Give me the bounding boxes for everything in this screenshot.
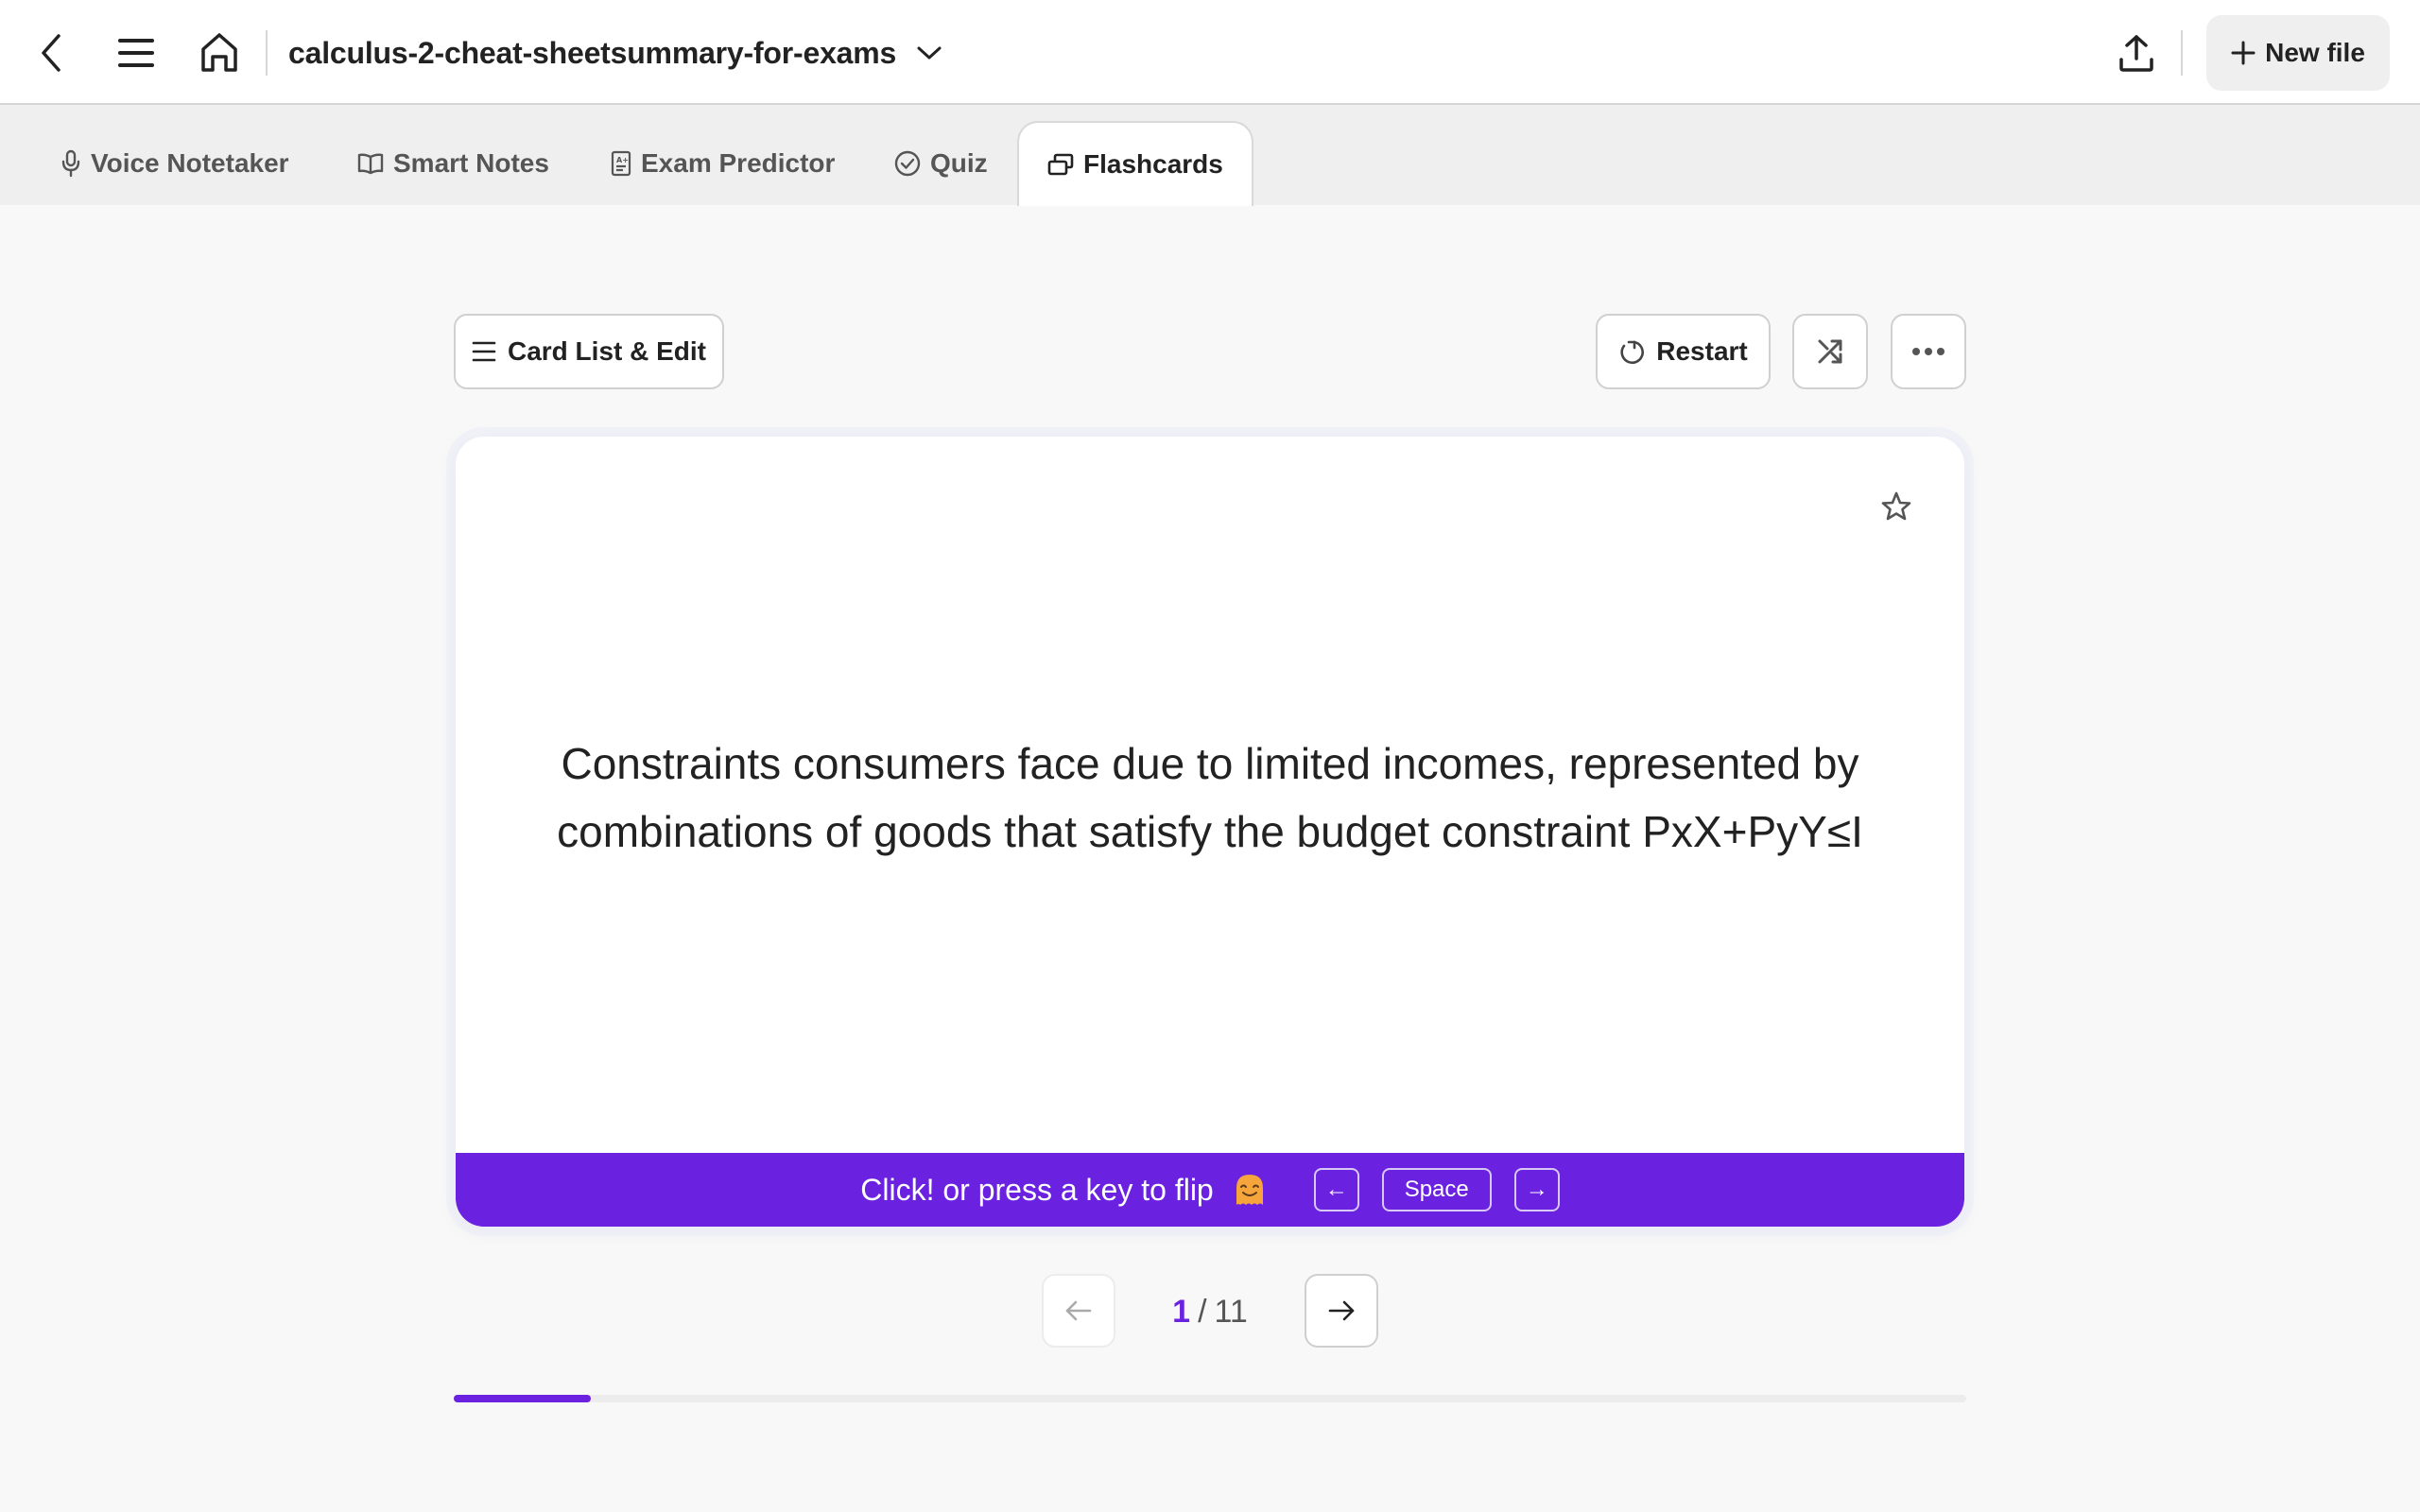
tab-voice-notetaker[interactable]: Voice Notetaker <box>60 122 289 205</box>
next-card-button[interactable] <box>1305 1274 1378 1348</box>
hamburger-menu-icon <box>118 39 154 67</box>
top-bar: calculus-2-cheat-sheetsummary-for-exams … <box>0 0 2420 105</box>
cards-icon <box>1047 153 1074 176</box>
key-left-hint: ← <box>1313 1168 1359 1211</box>
key-space-hint: Space <box>1381 1168 1492 1211</box>
arrow-right-icon <box>1328 1300 1355 1321</box>
document-title-dropdown[interactable]: calculus-2-cheat-sheetsummary-for-exams <box>288 28 943 77</box>
flashcard[interactable]: Constraints consumers face due to limite… <box>456 437 1964 1227</box>
total-card-count: 11 <box>1214 1293 1248 1330</box>
plus-icon <box>2231 41 2256 65</box>
more-horizontal-icon <box>1912 348 1945 355</box>
flip-hint-bar[interactable]: Click! or press a key to flip ← Space → <box>456 1153 1964 1227</box>
tab-label: Flashcards <box>1083 149 1223 179</box>
list-icon <box>472 341 496 362</box>
progress-bar-fill <box>454 1395 592 1402</box>
document-title: calculus-2-cheat-sheetsummary-for-exams <box>288 35 897 70</box>
flip-hint-text: Click! or press a key to flip <box>860 1172 1214 1207</box>
card-list-edit-button[interactable]: Card List & Edit <box>454 314 724 389</box>
shuffle-button[interactable] <box>1792 314 1868 389</box>
microphone-icon <box>61 149 80 178</box>
tab-label: Exam Predictor <box>641 148 836 178</box>
restart-button[interactable]: Restart <box>1596 314 1771 389</box>
new-file-label: New file <box>2265 38 2365 67</box>
divider <box>2181 30 2183 76</box>
upload-icon <box>2119 35 2153 72</box>
more-options-button[interactable] <box>1891 314 1966 389</box>
divider <box>266 30 268 76</box>
arrow-left-icon <box>1065 1300 1092 1321</box>
card-front-text: Constraints consumers face due to limite… <box>557 739 1863 856</box>
key-right-hint: → <box>1513 1168 1560 1211</box>
smiling-ghost-emoji-icon <box>1236 1175 1263 1205</box>
book-open-icon <box>357 153 384 175</box>
home-button[interactable] <box>193 26 246 79</box>
restart-icon <box>1620 340 1645 365</box>
card-list-edit-label: Card List & Edit <box>507 336 706 366</box>
tab-flashcards[interactable]: Flashcards <box>1017 121 1253 206</box>
tab-exam-predictor[interactable]: A+ Exam Predictor <box>611 122 835 205</box>
current-card-number: 1 <box>1172 1293 1191 1330</box>
feature-tab-bar: Voice Notetaker Smart Notes A+ Exam Pred… <box>0 105 2420 206</box>
progress-bar <box>454 1395 1966 1402</box>
star-button[interactable] <box>1876 486 1917 527</box>
restart-label: Restart <box>1656 336 1748 366</box>
upload-button[interactable] <box>2108 26 2165 79</box>
menu-button[interactable] <box>112 26 161 79</box>
new-file-button[interactable]: New file <box>2206 15 2390 91</box>
counter-separator: / <box>1198 1293 1207 1330</box>
tab-label: Voice Notetaker <box>91 148 289 178</box>
tab-label: Quiz <box>930 148 988 178</box>
tab-label: Smart Notes <box>393 148 549 178</box>
svg-text:A+: A+ <box>616 156 629 164</box>
home-icon <box>201 33 237 72</box>
exam-sheet-icon: A+ <box>611 150 631 177</box>
star-icon <box>1881 491 1911 521</box>
tab-quiz[interactable]: Quiz <box>894 122 988 205</box>
previous-card-button[interactable] <box>1042 1274 1115 1348</box>
back-button[interactable] <box>28 26 76 79</box>
shuffle-icon <box>1818 339 1842 364</box>
chevron-down-icon <box>917 46 942 60</box>
card-counter: 1 / 11 <box>1134 1289 1286 1334</box>
check-circle-icon <box>894 150 921 177</box>
tab-smart-notes[interactable]: Smart Notes <box>357 122 549 205</box>
chevron-left-icon <box>42 34 60 72</box>
